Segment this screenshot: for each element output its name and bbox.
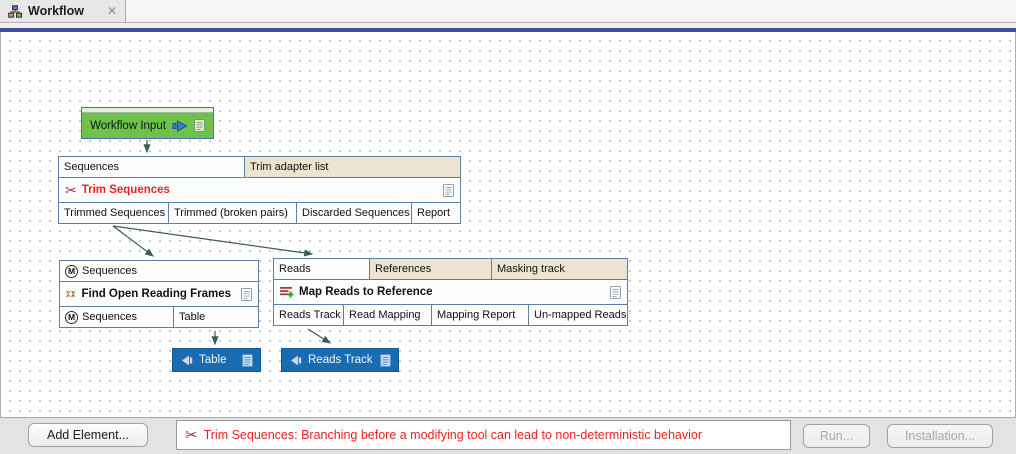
node-trim-sequences[interactable]: Sequences Trim adapter list ✂ Trim Seque… — [58, 156, 461, 224]
status-message-box: ✂ Trim Sequences: Branching before a mod… — [176, 420, 791, 450]
add-element-button[interactable]: Add Element... — [28, 423, 148, 447]
node-map-reads-to-reference[interactable]: Reads References Masking track Map Reads — [273, 258, 628, 326]
footer-toolbar: Add Element... ✂ Trim Sequences: Branchi… — [0, 417, 1016, 454]
output-port-mapping-report[interactable]: Mapping Report — [432, 305, 529, 325]
port-label: Reads — [279, 263, 311, 275]
workflow-editor-window: Workflow ✕ Workflow Input Sequences Trim… — [0, 0, 1016, 454]
trim-sequences-icon: ✂ — [65, 182, 77, 198]
m-badge-icon: M — [65, 264, 78, 278]
node-title: Find Open Reading Frames — [81, 288, 231, 300]
port-label: Reads Track — [279, 309, 341, 321]
port-label: Trimmed (broken pairs) — [174, 207, 288, 219]
port-label: Report — [417, 207, 451, 219]
installation-button[interactable]: Installation... — [887, 424, 993, 448]
port-label: Mapping Report — [437, 309, 516, 321]
output-arrow-icon — [291, 355, 302, 365]
output-port-report[interactable]: Report — [412, 203, 460, 223]
document-icon — [610, 286, 621, 299]
input-arrow-icon — [172, 119, 188, 132]
status-message: Trim Sequences: Branching before a modif… — [203, 428, 702, 442]
output-port-reads-track[interactable]: Reads Track — [274, 305, 344, 325]
node-title: Map Reads to Reference — [299, 286, 433, 298]
connection-arrow[interactable] — [307, 328, 332, 344]
input-port-references[interactable]: References — [370, 259, 492, 279]
port-label: Table — [179, 311, 206, 323]
port-label: Sequences — [82, 311, 138, 323]
port-label: Sequences — [82, 265, 138, 277]
node-output-reads-track[interactable]: Reads Track — [281, 348, 399, 372]
output-arrow-icon — [182, 355, 193, 365]
document-icon — [380, 354, 391, 367]
document-icon — [443, 184, 454, 197]
port-label: Sequences — [64, 161, 120, 173]
output-port-read-mapping[interactable]: Read Mapping — [344, 305, 432, 325]
port-label: Un-mapped Reads — [534, 309, 627, 321]
input-port-sequences[interactable]: Sequences — [59, 157, 245, 177]
port-label: Trim adapter list — [250, 161, 329, 173]
output-label: Reads Track — [308, 354, 373, 366]
workflow-tab-icon — [8, 4, 22, 18]
map-reads-icon — [280, 287, 294, 298]
input-port-trim-adapter-list[interactable]: Trim adapter list — [245, 157, 460, 177]
port-label: Discarded Sequences — [302, 207, 410, 219]
output-label: Table — [199, 354, 227, 366]
output-port-trimmed-broken-pairs[interactable]: Trimmed (broken pairs) — [169, 203, 297, 223]
document-icon — [242, 354, 253, 367]
port-label: Read Mapping — [349, 309, 421, 321]
trim-sequences-icon: ✂ — [185, 426, 198, 444]
input-port-reads[interactable]: Reads — [274, 259, 370, 279]
close-icon[interactable]: ✕ — [107, 4, 117, 18]
m-badge-icon: M — [65, 310, 78, 324]
input-port-masking-track[interactable]: Masking track — [492, 259, 627, 279]
input-port-sequences[interactable]: M Sequences — [60, 261, 258, 281]
find-orf-icon — [66, 290, 76, 298]
port-label: References — [375, 263, 432, 275]
output-port-trimmed-sequences[interactable]: Trimmed Sequences — [59, 203, 169, 223]
connection-arrow[interactable] — [112, 225, 314, 257]
tab-label: Workflow — [28, 4, 85, 18]
connections-layer — [112, 140, 332, 346]
output-port-unmapped-reads[interactable]: Un-mapped Reads — [529, 305, 627, 325]
output-port-table[interactable]: Table — [174, 307, 258, 327]
tab-bar: Workflow ✕ — [0, 0, 1016, 23]
output-port-discarded-sequences[interactable]: Discarded Sequences — [297, 203, 412, 223]
output-port-sequences[interactable]: M Sequences — [60, 307, 174, 327]
node-find-open-reading-frames[interactable]: M Sequences Find Open Reading Frames M S… — [59, 260, 259, 328]
workflow-canvas[interactable]: Workflow Input Sequences Trim adapter li… — [0, 32, 1016, 417]
document-icon — [194, 119, 205, 132]
node-title: Workflow Input — [90, 119, 166, 132]
port-label: Trimmed Sequences — [64, 207, 166, 219]
node-title: Trim Sequences — [81, 184, 170, 196]
port-label: Masking track — [497, 263, 565, 275]
node-output-table[interactable]: Table — [172, 348, 261, 372]
node-workflow-input[interactable]: Workflow Input — [81, 107, 214, 139]
tab-workflow[interactable]: Workflow ✕ — [0, 0, 126, 22]
run-button[interactable]: Run... — [803, 424, 870, 448]
document-icon — [241, 288, 252, 301]
